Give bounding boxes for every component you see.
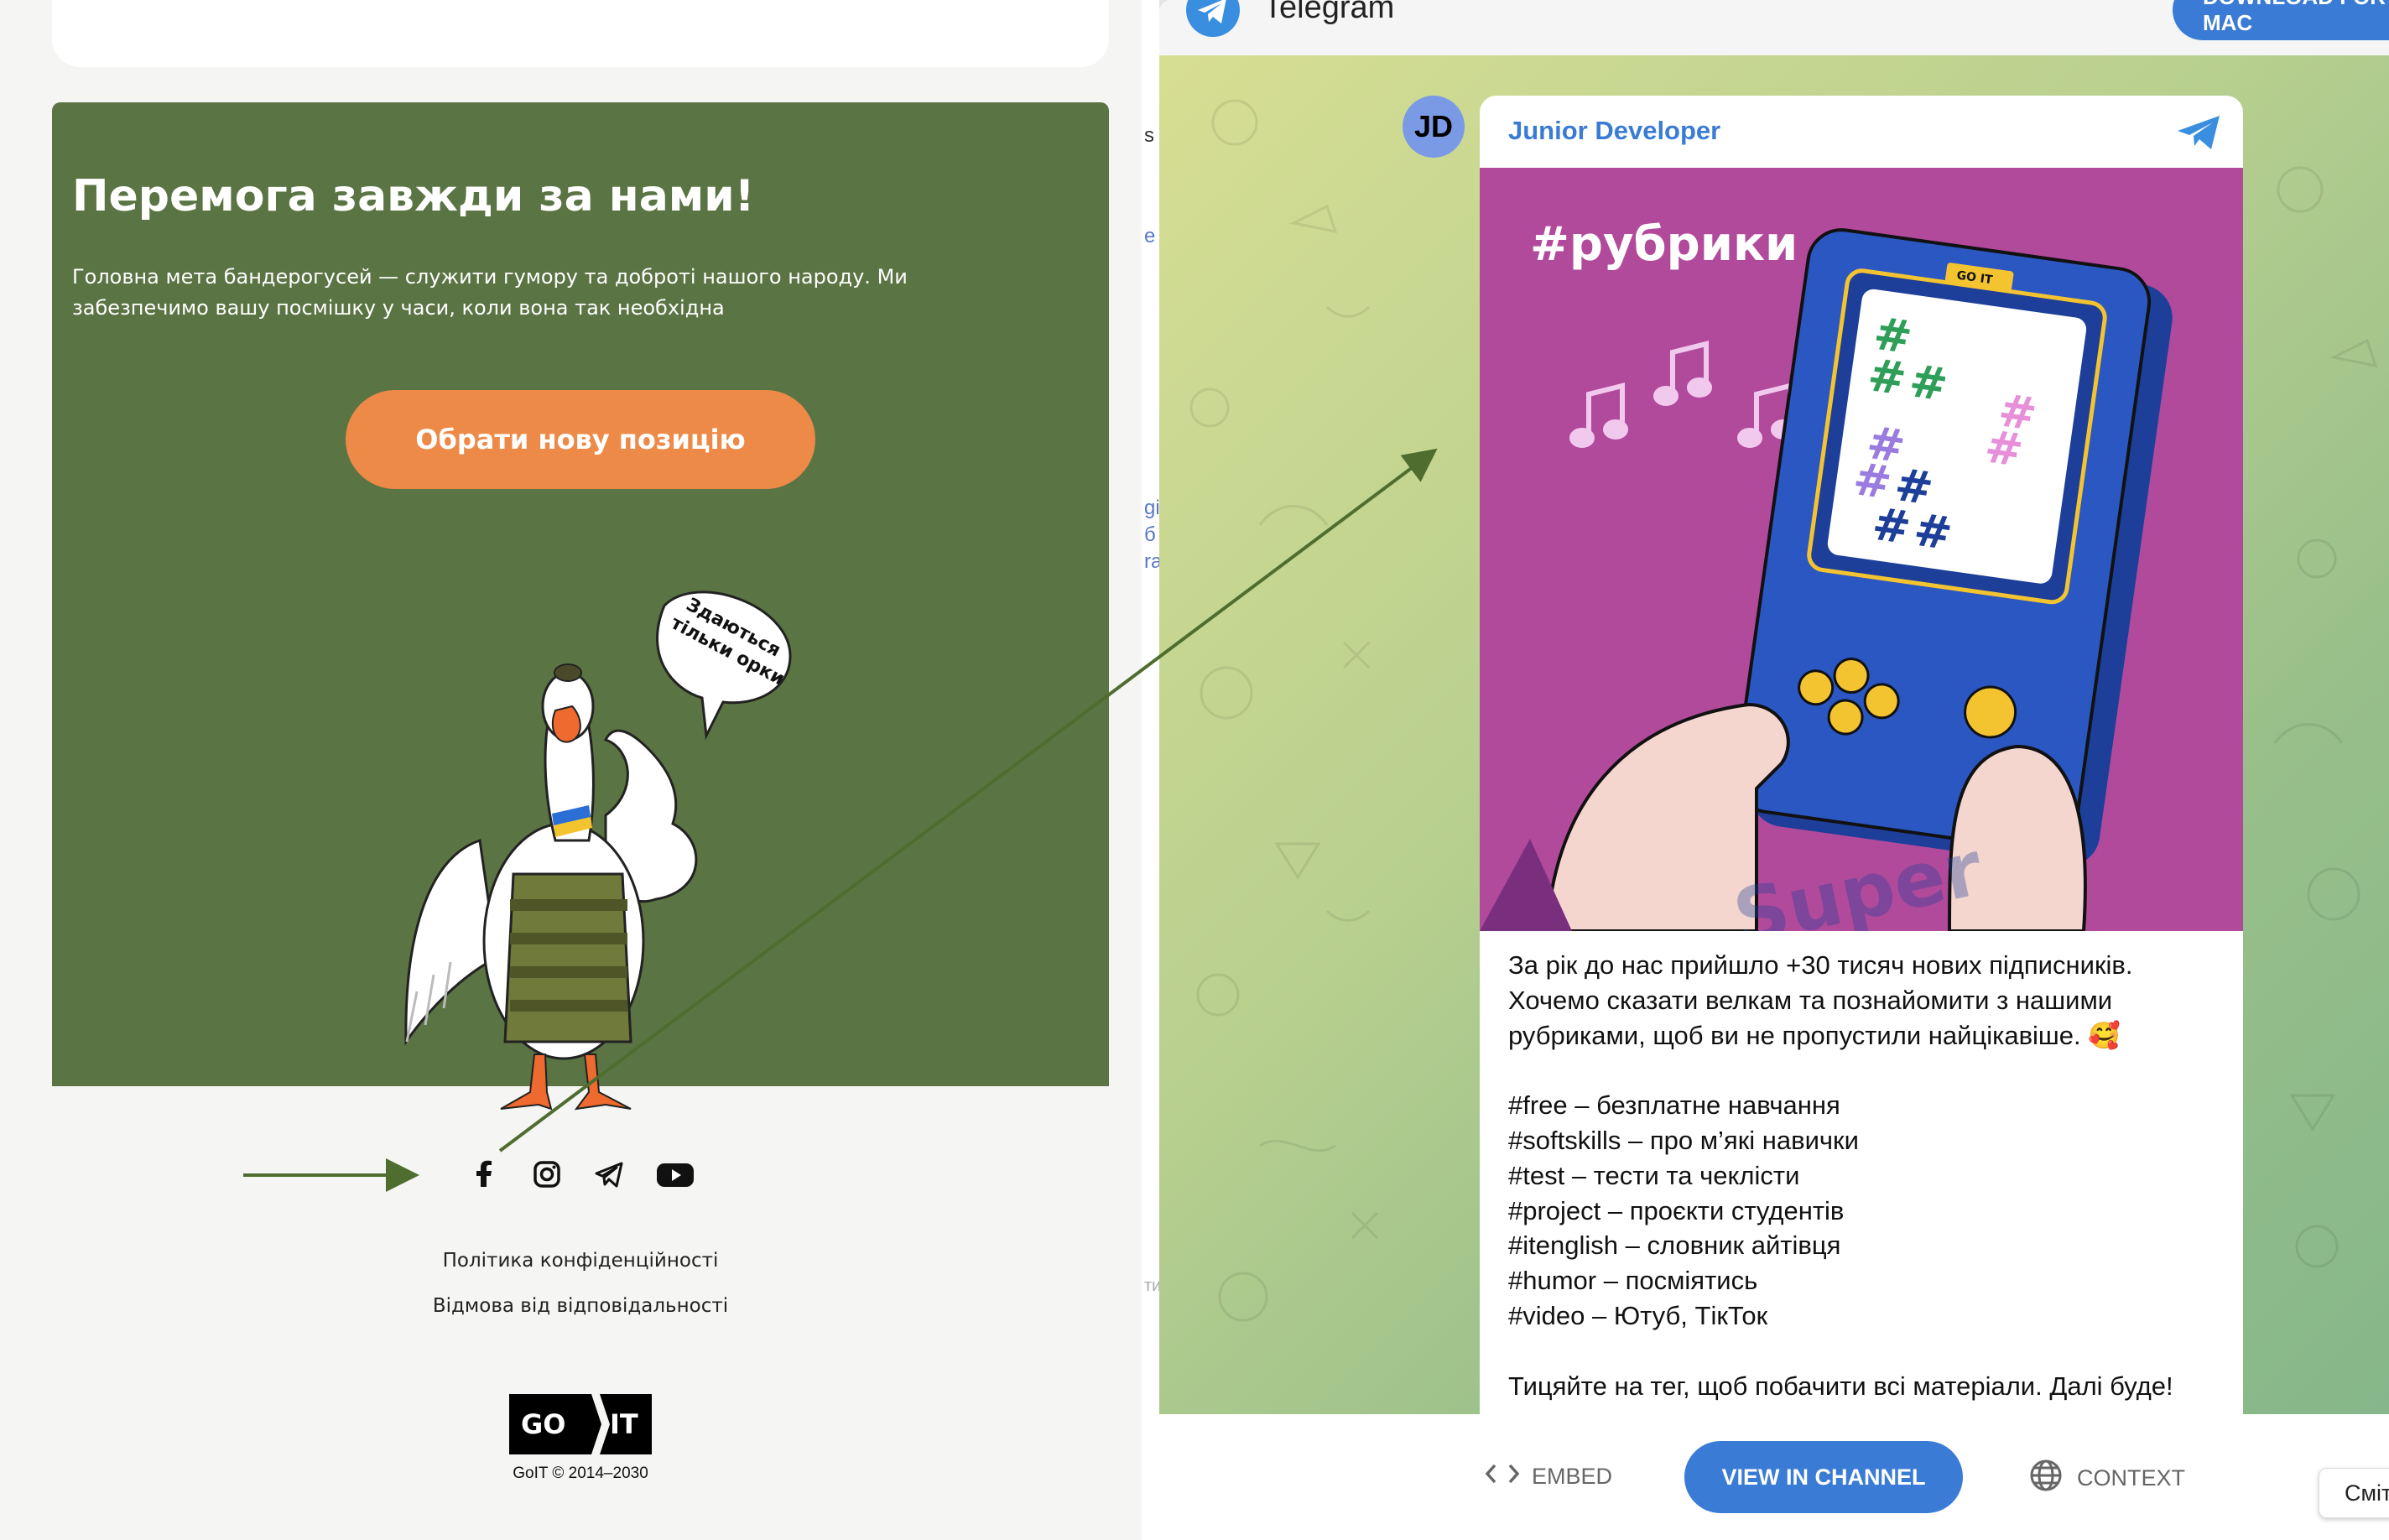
post-tag-line[interactable]: #itenglish – словник айтівця <box>1508 1228 2230 1263</box>
logo-go-text: GO <box>521 1408 565 1440</box>
goose-illustration: Здаються тільки орки <box>404 591 792 1111</box>
post-line <box>1508 1334 2230 1369</box>
post-line: Тицяйте на тег, щоб побачити всі матеріа… <box>1508 1371 2173 1401</box>
strip-fragment: gi <box>1144 497 1160 519</box>
tooltip: Сміт <box>2319 1468 2389 1518</box>
telegram-app-name: Telegram <box>1263 0 1395 25</box>
globe-icon <box>2028 1458 2064 1499</box>
view-in-channel-button[interactable]: VIEW IN CHANNEL <box>1684 1441 1963 1513</box>
choose-position-button[interactable]: Обрати нову позицію <box>346 390 815 489</box>
telegram-plane-icon[interactable] <box>2176 112 2223 153</box>
privacy-policy-link[interactable]: Політика конфіденційності <box>0 1250 1142 1272</box>
embed-label: EMBED <box>1532 1464 1613 1489</box>
telegram-window: Telegram DOWNLOAD FOR MAC JD Junior Deve… <box>1159 0 2389 1540</box>
youtube-icon[interactable] <box>656 1159 695 1189</box>
strip-fragment: б <box>1144 523 1156 546</box>
goit-logo: GO IT <box>509 1394 652 1454</box>
post-tag-line[interactable]: #softskills – про м’які навички <box>1508 1123 2230 1158</box>
code-icon <box>1485 1461 1520 1492</box>
channel-avatar[interactable]: JD <box>1403 96 1465 158</box>
post-text: За рік до нас прийшло +30 тисяч нових пі… <box>1508 948 2230 1403</box>
copyright-text: GoIT © 2014–2030 <box>513 1465 648 1482</box>
promo-banner: Перемога завжди за нами! Головна мета ба… <box>52 102 1109 1111</box>
post-tag-line[interactable]: #test – тести та чеклісти <box>1508 1158 2230 1194</box>
post-line: За рік до нас прийшло +30 тисяч нових пі… <box>1508 950 2133 980</box>
post-tag-line[interactable]: #free – безплатне навчання <box>1508 1088 2230 1123</box>
context-button[interactable]: CONTEXT <box>2028 1458 2185 1499</box>
telegram-header: Telegram DOWNLOAD FOR MAC <box>1159 0 2389 55</box>
banner-title: Перемога завжди за нами! <box>72 171 755 221</box>
svg-text:#: # <box>1981 419 2027 477</box>
post-tag-line[interactable]: #project – проєкти студентів <box>1508 1194 2230 1229</box>
instagram-icon[interactable] <box>532 1159 562 1189</box>
post-line: Хочемо сказати велкам та познайомити з н… <box>1508 985 2113 1015</box>
telegram-logo-icon <box>1186 0 1240 37</box>
channel-name[interactable]: Junior Developer <box>1508 116 1720 146</box>
post-image[interactable]: #рубрики GO IT ### ## ### ## Super <box>1480 168 2243 931</box>
svg-text:#: # <box>1869 497 1914 555</box>
post-tag-line[interactable]: #humor – посміятись <box>1508 1263 2230 1298</box>
banner-description: Головна мета бандерогусей — служити гумо… <box>72 265 908 320</box>
social-links <box>470 1156 695 1193</box>
logo-it-text: IT <box>610 1408 638 1440</box>
post-image-heading: #рубрики <box>1530 217 1798 272</box>
strip-fragment: e <box>1144 225 1156 247</box>
post-line: рубриками, щоб ви не пропустили найцікав… <box>1508 1020 2121 1050</box>
post-line <box>1508 1053 2230 1088</box>
strip-fragment: s <box>1144 124 1154 147</box>
download-button[interactable]: DOWNLOAD FOR MAC <box>2173 0 2389 40</box>
post-tag-line[interactable]: #video – Ютуб, ТікТок <box>1508 1298 2230 1334</box>
svg-text:#: # <box>1865 348 1910 406</box>
embed-button[interactable]: EMBED <box>1485 1461 1612 1492</box>
svg-text:#: # <box>1906 354 1951 412</box>
disclaimer-link[interactable]: Відмова від відповідальності <box>0 1295 1142 1317</box>
top-card <box>52 0 1109 67</box>
context-label: CONTEXT <box>2077 1465 2186 1491</box>
svg-text:#: # <box>1911 503 1956 561</box>
left-webpage: Перемога завжди за нами! Головна мета ба… <box>0 0 1142 1540</box>
telegram-icon[interactable] <box>594 1159 624 1189</box>
facebook-icon[interactable] <box>470 1159 500 1189</box>
